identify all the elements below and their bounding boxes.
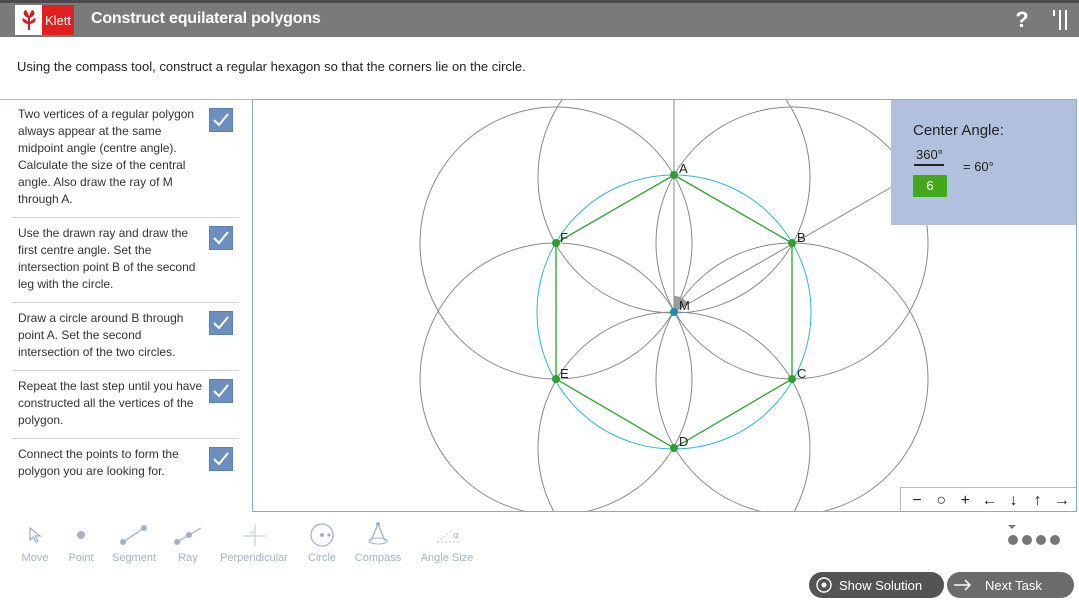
header-bar: Klett Construct equilateral polygons ? — [0, 0, 1079, 37]
tool-segment[interactable]: Segment — [110, 520, 158, 564]
tool-label: Angle Size — [420, 552, 474, 564]
tool-label: Point — [68, 552, 94, 564]
tool-perpendicular[interactable]: Perpendicular — [216, 520, 292, 564]
task-text: Connect the points to form the polygon y… — [18, 447, 179, 478]
more-dots-icon — [1008, 525, 1060, 545]
pan-up-button[interactable]: ↑ — [1027, 491, 1049, 511]
tool-label: Compass — [354, 552, 402, 564]
task-instruction: Using the compass tool, construct a regu… — [17, 59, 526, 74]
split-view-button[interactable] — [1048, 7, 1072, 33]
compass-icon — [368, 522, 388, 545]
target-icon — [816, 577, 832, 593]
tool-circle[interactable]: Circle — [303, 520, 341, 564]
tool-label: Move — [21, 552, 49, 564]
point-a[interactable] — [670, 171, 678, 179]
point-label-d: D — [679, 434, 688, 449]
point-label-m: M — [679, 298, 690, 313]
task-item: Connect the points to form the polygon y… — [12, 439, 239, 513]
fraction-bar — [914, 164, 944, 166]
task-item: Repeat the last step until you have cons… — [12, 371, 239, 439]
klett-flower-icon — [15, 5, 42, 35]
angle-result: = 60° — [963, 159, 994, 174]
point-b[interactable] — [788, 239, 796, 247]
point-label-e: E — [560, 366, 569, 381]
logo-text: Klett — [45, 12, 72, 28]
ray-icon — [174, 527, 202, 545]
center-angle-title: Center Angle: — [913, 122, 1004, 139]
point-c[interactable] — [788, 375, 796, 383]
point-e[interactable] — [552, 375, 560, 383]
circle-icon — [310, 523, 334, 547]
tool-angle-size[interactable]: α Angle Size — [417, 520, 477, 564]
denominator-input[interactable]: 6 — [913, 175, 947, 197]
zoom-out-button[interactable]: − — [906, 491, 928, 511]
page-title: Construct equilateral polygons — [91, 10, 321, 27]
point-label-b: B — [797, 230, 806, 245]
point-label-f: F — [560, 230, 568, 245]
task-text: Use the drawn ray and draw the first cen… — [18, 226, 196, 291]
cursor-arrow-icon — [29, 527, 42, 543]
geometry-canvas[interactable]: A B C D E F M Center Angle: 360° = 60° 6… — [252, 99, 1077, 512]
task-checkbox[interactable] — [209, 311, 233, 335]
task-text: Repeat the last step until you have cons… — [18, 379, 203, 427]
show-solution-label: Show Solution — [839, 577, 923, 593]
task-item: Use the drawn ray and draw the first cen… — [12, 218, 239, 303]
angle-size-icon: α — [436, 529, 459, 543]
task-list: Two vertices of a regular polygon always… — [0, 99, 252, 512]
next-task-label: Next Task — [985, 577, 1042, 593]
pan-left-button[interactable]: ← — [978, 491, 1000, 511]
task-checkbox[interactable] — [209, 226, 233, 250]
task-checkbox[interactable] — [209, 379, 233, 403]
split-view-icon — [1053, 10, 1067, 30]
tool-move[interactable]: Move — [20, 520, 50, 564]
reset-view-button[interactable]: ○ — [930, 491, 952, 511]
more-tools-button[interactable] — [1004, 518, 1064, 548]
angle-numerator: 360° — [916, 147, 943, 162]
checkmark-icon — [213, 113, 229, 127]
perpendicular-icon — [243, 524, 265, 546]
pan-down-button[interactable]: ↓ — [1003, 491, 1025, 511]
tool-label: Ray — [178, 552, 198, 564]
checkmark-icon — [213, 384, 229, 398]
segment-icon — [120, 525, 147, 545]
pan-right-button[interactable]: → — [1051, 491, 1073, 511]
checkmark-icon — [213, 452, 229, 466]
center-angle-panel: Center Angle: 360° = 60° 6 — [891, 100, 1076, 225]
show-solution-button[interactable]: Show Solution — [809, 572, 944, 598]
tool-ray[interactable]: Ray — [172, 520, 204, 564]
task-text: Two vertices of a regular polygon always… — [18, 107, 195, 206]
zoom-in-button[interactable]: + — [954, 491, 976, 511]
arrow-right-icon — [954, 579, 972, 591]
checkmark-icon — [213, 316, 229, 330]
task-item: Draw a circle around B through point A. … — [12, 303, 239, 371]
construction-circle[interactable] — [537, 311, 811, 512]
svg-text:α: α — [453, 531, 459, 541]
next-task-button[interactable]: Next Task — [947, 572, 1074, 598]
tool-label: Circle — [307, 552, 337, 564]
task-item: Two vertices of a regular polygon always… — [12, 100, 239, 218]
point-label-c: C — [797, 366, 806, 381]
point-icon — [77, 531, 85, 539]
tool-compass[interactable]: Compass — [352, 520, 404, 564]
help-button[interactable]: ? — [1012, 5, 1032, 35]
task-text: Draw a circle around B through point A. … — [18, 311, 184, 359]
point-f[interactable] — [552, 239, 560, 247]
task-checkbox[interactable] — [209, 108, 233, 132]
tool-label: Perpendicular — [220, 552, 288, 564]
tool-point[interactable]: Point — [66, 520, 96, 564]
tool-label: Segment — [111, 552, 157, 564]
point-label-a: A — [679, 161, 688, 176]
app-root: Klett Construct equilateral polygons ? U… — [0, 0, 1079, 604]
task-checkbox[interactable] — [209, 447, 233, 471]
view-controls: − ○ + ← ↓ ↑ → — [900, 487, 1076, 511]
klett-logo: Klett — [15, 5, 74, 35]
point-d[interactable] — [670, 444, 678, 452]
checkmark-icon — [213, 231, 229, 245]
tool-bar: Move Point Segment Ray Perpendicular Cir… — [0, 512, 1079, 568]
point-m[interactable] — [670, 308, 678, 316]
